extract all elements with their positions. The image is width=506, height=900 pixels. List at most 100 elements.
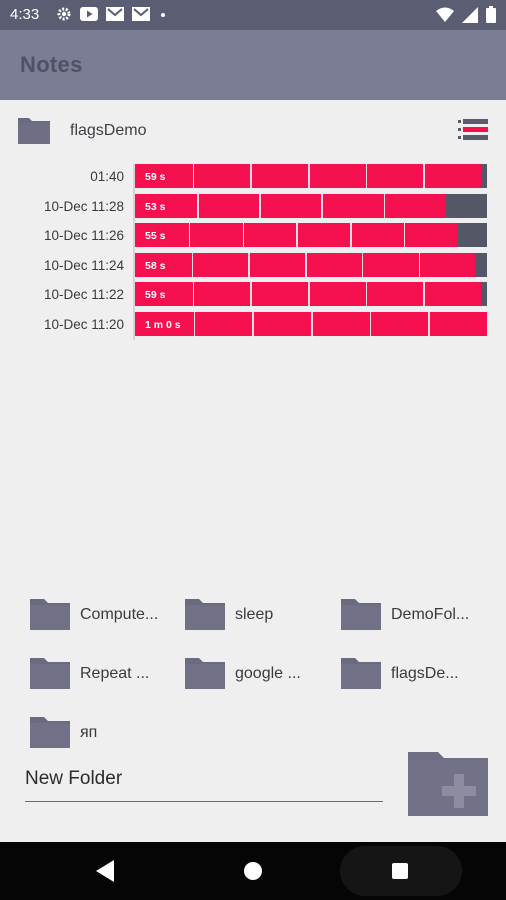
timeline-row-label: 10-Dec 11:24 [43,257,124,273]
folder-label: яп [80,724,98,741]
current-folder-name: flagsDemo [70,122,147,139]
timeline-row-label: 01:40 [90,169,124,184]
timeline-segment-divider [192,164,195,188]
wifi-icon [436,7,454,22]
timeline-row[interactable]: 01:40 59 s [0,164,506,188]
app-bar: Notes [0,30,506,100]
list-view-icon[interactable] [458,118,488,142]
timeline-segment-divider [250,164,252,188]
folder-icon [341,599,381,630]
timeline-segment-divider [383,193,386,218]
folder-icon [18,118,50,144]
timeline-duration: 53 s [145,200,166,213]
gmail-icon [106,7,124,21]
folder-label: Compute... [80,606,159,623]
timeline-row[interactable]: 10-Dec 11:20 1 m 0 s [0,311,506,336]
timeline-segment-divider [191,252,194,277]
recents-icon [392,863,408,879]
folder-icon [30,717,70,748]
page-title: Notes [20,52,83,77]
timeline-row[interactable]: 10-Dec 11:26 55 s [0,223,506,247]
timeline-track: 53 s [135,193,487,218]
timeline-segment-divider [193,311,196,336]
timeline-segment-divider [197,193,199,218]
timeline-segment-divider [192,282,195,306]
new-folder-field[interactable] [25,768,383,802]
timeline-row-label: 10-Dec 11:28 [43,198,124,214]
timeline-duration: 58 s [145,259,166,272]
status-notification-icons [56,6,168,22]
system-nav-bar [0,842,506,900]
folder-item[interactable]: Repeat ... [30,655,180,695]
recents-button[interactable] [340,846,462,896]
youtube-icon [80,7,98,21]
timeline-track: 55 s [135,223,487,247]
timeline-row-label: 10-Dec 11:22 [43,287,124,302]
timeline-segment-divider [350,223,352,247]
timeline-segment-divider [250,282,252,306]
timeline-segment-divider [188,223,191,247]
folder-item[interactable]: sleep [185,596,335,636]
timeline-segment-divider [418,252,421,277]
timeline-segment-divider [259,193,261,218]
timeline-segment-divider [242,223,245,247]
folder-label: google ... [235,665,301,682]
status-time: 4:33 [10,6,40,23]
timeline-fill [135,193,446,218]
add-folder-button[interactable] [408,748,488,816]
timeline-segment-divider [361,252,364,277]
timeline-segment-divider [296,223,298,247]
dot-icon [161,13,165,17]
timeline-segment-divider [248,252,250,277]
timeline-track: 1 m 0 s [135,311,487,336]
timeline-row-label: 10-Dec 11:26 [43,228,124,243]
timeline-track: 59 s [135,282,487,306]
folder-item[interactable]: flagsDe... [341,655,491,695]
folder-icon [185,658,225,689]
timeline-segment-divider [308,164,310,188]
timeline-segment-divider [423,282,425,306]
timeline-segment-divider [428,311,430,336]
timeline-row[interactable]: 10-Dec 11:22 59 s [0,282,506,306]
signal-icon [462,6,478,23]
timeline-segment-divider [308,282,310,306]
gear-icon [57,7,71,21]
folder-icon [185,599,225,630]
status-bar: 4:33 [0,0,506,30]
folder-label: sleep [235,606,274,623]
timeline-segment-divider [305,252,307,277]
battery-icon [486,6,496,23]
timeline-segment-divider [365,164,368,188]
timeline-segment-divider [252,311,254,336]
timeline-duration: 55 s [145,230,166,242]
folder-item[interactable]: google ... [185,655,335,695]
folder-icon [30,658,70,689]
gmail-icon [132,7,150,21]
timeline-duration: 1 m 0 s [145,318,181,331]
folder-item[interactable]: яп [30,714,180,754]
add-folder-icon [408,752,488,816]
timeline-segment-divider [365,282,368,306]
timeline-segment-divider [321,193,323,218]
folder-item[interactable]: DemoFol... [341,596,491,636]
folder-label: DemoFol... [391,606,470,623]
timeline-row-label: 10-Dec 11:20 [43,316,124,332]
timeline-segment-divider [311,311,313,336]
folder-label: flagsDe... [391,665,459,682]
timeline-segment-divider [403,223,406,247]
timeline-duration: 59 s [145,171,166,183]
home-icon[interactable] [244,862,262,880]
folder-icon [30,599,70,630]
folder-item[interactable]: Compute... [30,596,180,636]
folder-label: Repeat ... [80,665,150,682]
timeline-segment-divider [423,164,425,188]
timeline-row[interactable]: 10-Dec 11:28 53 s [0,193,506,218]
status-system-icons [436,6,496,23]
timeline-track: 58 s [135,252,487,277]
back-icon[interactable] [96,860,116,882]
current-folder-header: flagsDemo [18,114,488,150]
timeline-segment-divider [369,311,372,336]
new-folder-input[interactable] [25,768,383,790]
folder-icon [341,658,381,689]
timeline-row[interactable]: 10-Dec 11:24 58 s [0,252,506,277]
